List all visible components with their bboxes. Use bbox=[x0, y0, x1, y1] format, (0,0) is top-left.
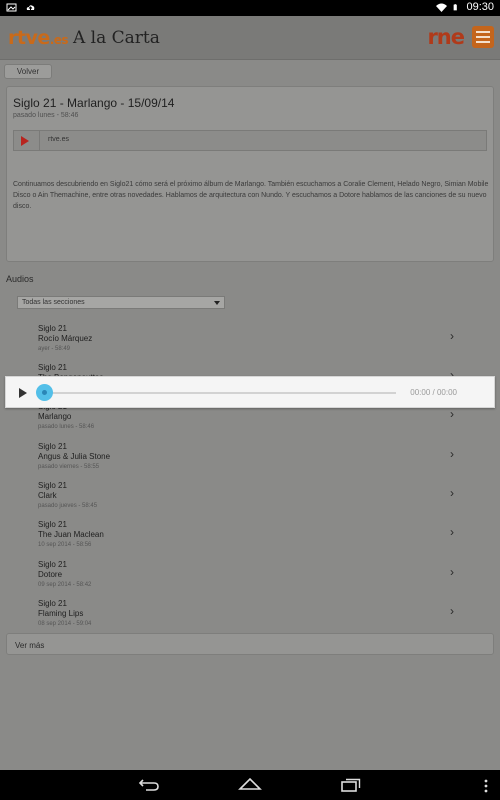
list-item-title: Dotore bbox=[38, 570, 63, 579]
image-notification-icon bbox=[6, 3, 17, 12]
rtve-logo-text: rtve bbox=[8, 27, 50, 49]
rtve-logo-suffix: .es bbox=[49, 33, 69, 47]
list-item-program: Siglo 21 bbox=[38, 520, 67, 529]
list-item-title: Flaming Lips bbox=[38, 609, 84, 618]
see-more-label: Ver más bbox=[15, 641, 45, 650]
list-item-program: Siglo 21 bbox=[38, 363, 67, 372]
list-item-meta: 09 sep 2014 - 58:42 bbox=[38, 582, 92, 588]
list-item-title: Rocío Márquez bbox=[38, 334, 93, 343]
audios-heading: Audios bbox=[6, 274, 34, 284]
play-icon[interactable] bbox=[19, 388, 27, 398]
system-nav-bar bbox=[0, 770, 500, 800]
list-item-meta: pasado lunes - 58:46 bbox=[38, 424, 95, 430]
list-item-title: Marlango bbox=[38, 412, 72, 421]
battery-icon bbox=[454, 3, 458, 10]
chevron-right-icon: › bbox=[450, 407, 454, 421]
list-item-meta: pasado viernes - 58:55 bbox=[38, 464, 100, 470]
app-bar: rtve.es A la Carta rne bbox=[0, 16, 500, 60]
program-description: Continuamos descubriendo en Siglo21 cómo… bbox=[13, 181, 489, 210]
back-button[interactable]: Volver bbox=[4, 64, 52, 79]
see-more-button[interactable]: Ver más bbox=[6, 633, 494, 655]
audio-player: 00:00 / 00:00 bbox=[5, 376, 495, 408]
list-item-title: Clark bbox=[38, 491, 57, 500]
player-source-label: rtve.es bbox=[48, 136, 70, 143]
program-title: Siglo 21 - Marlango - 15/09/14 bbox=[13, 96, 175, 110]
page-title: A la Carta bbox=[73, 28, 160, 48]
overflow-menu-icon[interactable] bbox=[484, 779, 488, 793]
play-icon[interactable] bbox=[21, 136, 29, 146]
rtve-logo[interactable]: rtve.es bbox=[8, 27, 69, 49]
list-item[interactable]: Siglo 21 Rocío Márquez ayer - 58:49 › bbox=[10, 317, 460, 356]
list-item-program: Siglo 21 bbox=[38, 481, 67, 490]
list-item-program: Siglo 21 bbox=[38, 324, 67, 333]
program-subtitle: pasado lunes - 58:46 bbox=[13, 112, 79, 119]
embedded-player[interactable]: rtve.es bbox=[13, 130, 487, 151]
chevron-right-icon: › bbox=[450, 447, 454, 461]
chevron-right-icon: › bbox=[450, 486, 454, 500]
status-bar: 09:30 bbox=[0, 0, 500, 16]
chevron-right-icon: › bbox=[450, 525, 454, 539]
status-time: 09:30 bbox=[466, 1, 494, 13]
list-item-meta: 10 sep 2014 - 58:56 bbox=[38, 542, 92, 548]
program-card: Siglo 21 - Marlango - 15/09/14 pasado lu… bbox=[6, 86, 494, 262]
back-icon[interactable] bbox=[138, 777, 160, 791]
wifi-icon bbox=[436, 3, 448, 12]
list-item-title: Angus & Julia Stone bbox=[38, 452, 111, 461]
list-item[interactable]: Siglo 21 Angus & Julia Stone pasado vier… bbox=[10, 435, 460, 474]
section-filter-select[interactable]: Todas las secciones bbox=[17, 296, 225, 309]
list-item-program: Siglo 21 bbox=[38, 560, 67, 569]
list-item-program: Siglo 21 bbox=[38, 442, 67, 451]
list-item[interactable]: Siglo 21 Dotore 09 sep 2014 - 58:42 › bbox=[10, 553, 460, 592]
list-item-program: Siglo 21 bbox=[38, 599, 67, 608]
recent-apps-icon[interactable] bbox=[341, 778, 361, 792]
divider bbox=[39, 131, 40, 150]
progress-track[interactable] bbox=[44, 392, 396, 394]
cloud-upload-icon bbox=[26, 5, 35, 10]
list-item-meta: ayer - 58:49 bbox=[38, 346, 71, 352]
section-filter-value: Todas las secciones bbox=[22, 299, 85, 306]
rne-logo[interactable]: rne bbox=[427, 25, 465, 49]
chevron-down-icon bbox=[214, 301, 220, 305]
list-item[interactable]: Siglo 21 The Juan Maclean 10 sep 2014 - … bbox=[10, 513, 460, 552]
chevron-right-icon: › bbox=[450, 329, 454, 343]
home-icon[interactable] bbox=[238, 777, 262, 791]
chevron-right-icon: › bbox=[450, 565, 454, 579]
chevron-right-icon: › bbox=[450, 604, 454, 618]
list-item-meta: 08 sep 2014 - 59:04 bbox=[38, 621, 92, 627]
playback-time: 00:00 / 00:00 bbox=[410, 388, 457, 397]
list-item[interactable]: Siglo 21 Clark pasado jueves - 58:45 › bbox=[10, 474, 460, 513]
progress-thumb[interactable] bbox=[36, 384, 53, 401]
menu-icon[interactable] bbox=[472, 26, 494, 48]
list-item-title: The Juan Maclean bbox=[38, 530, 104, 539]
list-item[interactable]: Siglo 21 Flaming Lips 08 sep 2014 - 59:0… bbox=[10, 592, 460, 631]
list-item-meta: pasado jueves - 58:45 bbox=[38, 503, 98, 509]
